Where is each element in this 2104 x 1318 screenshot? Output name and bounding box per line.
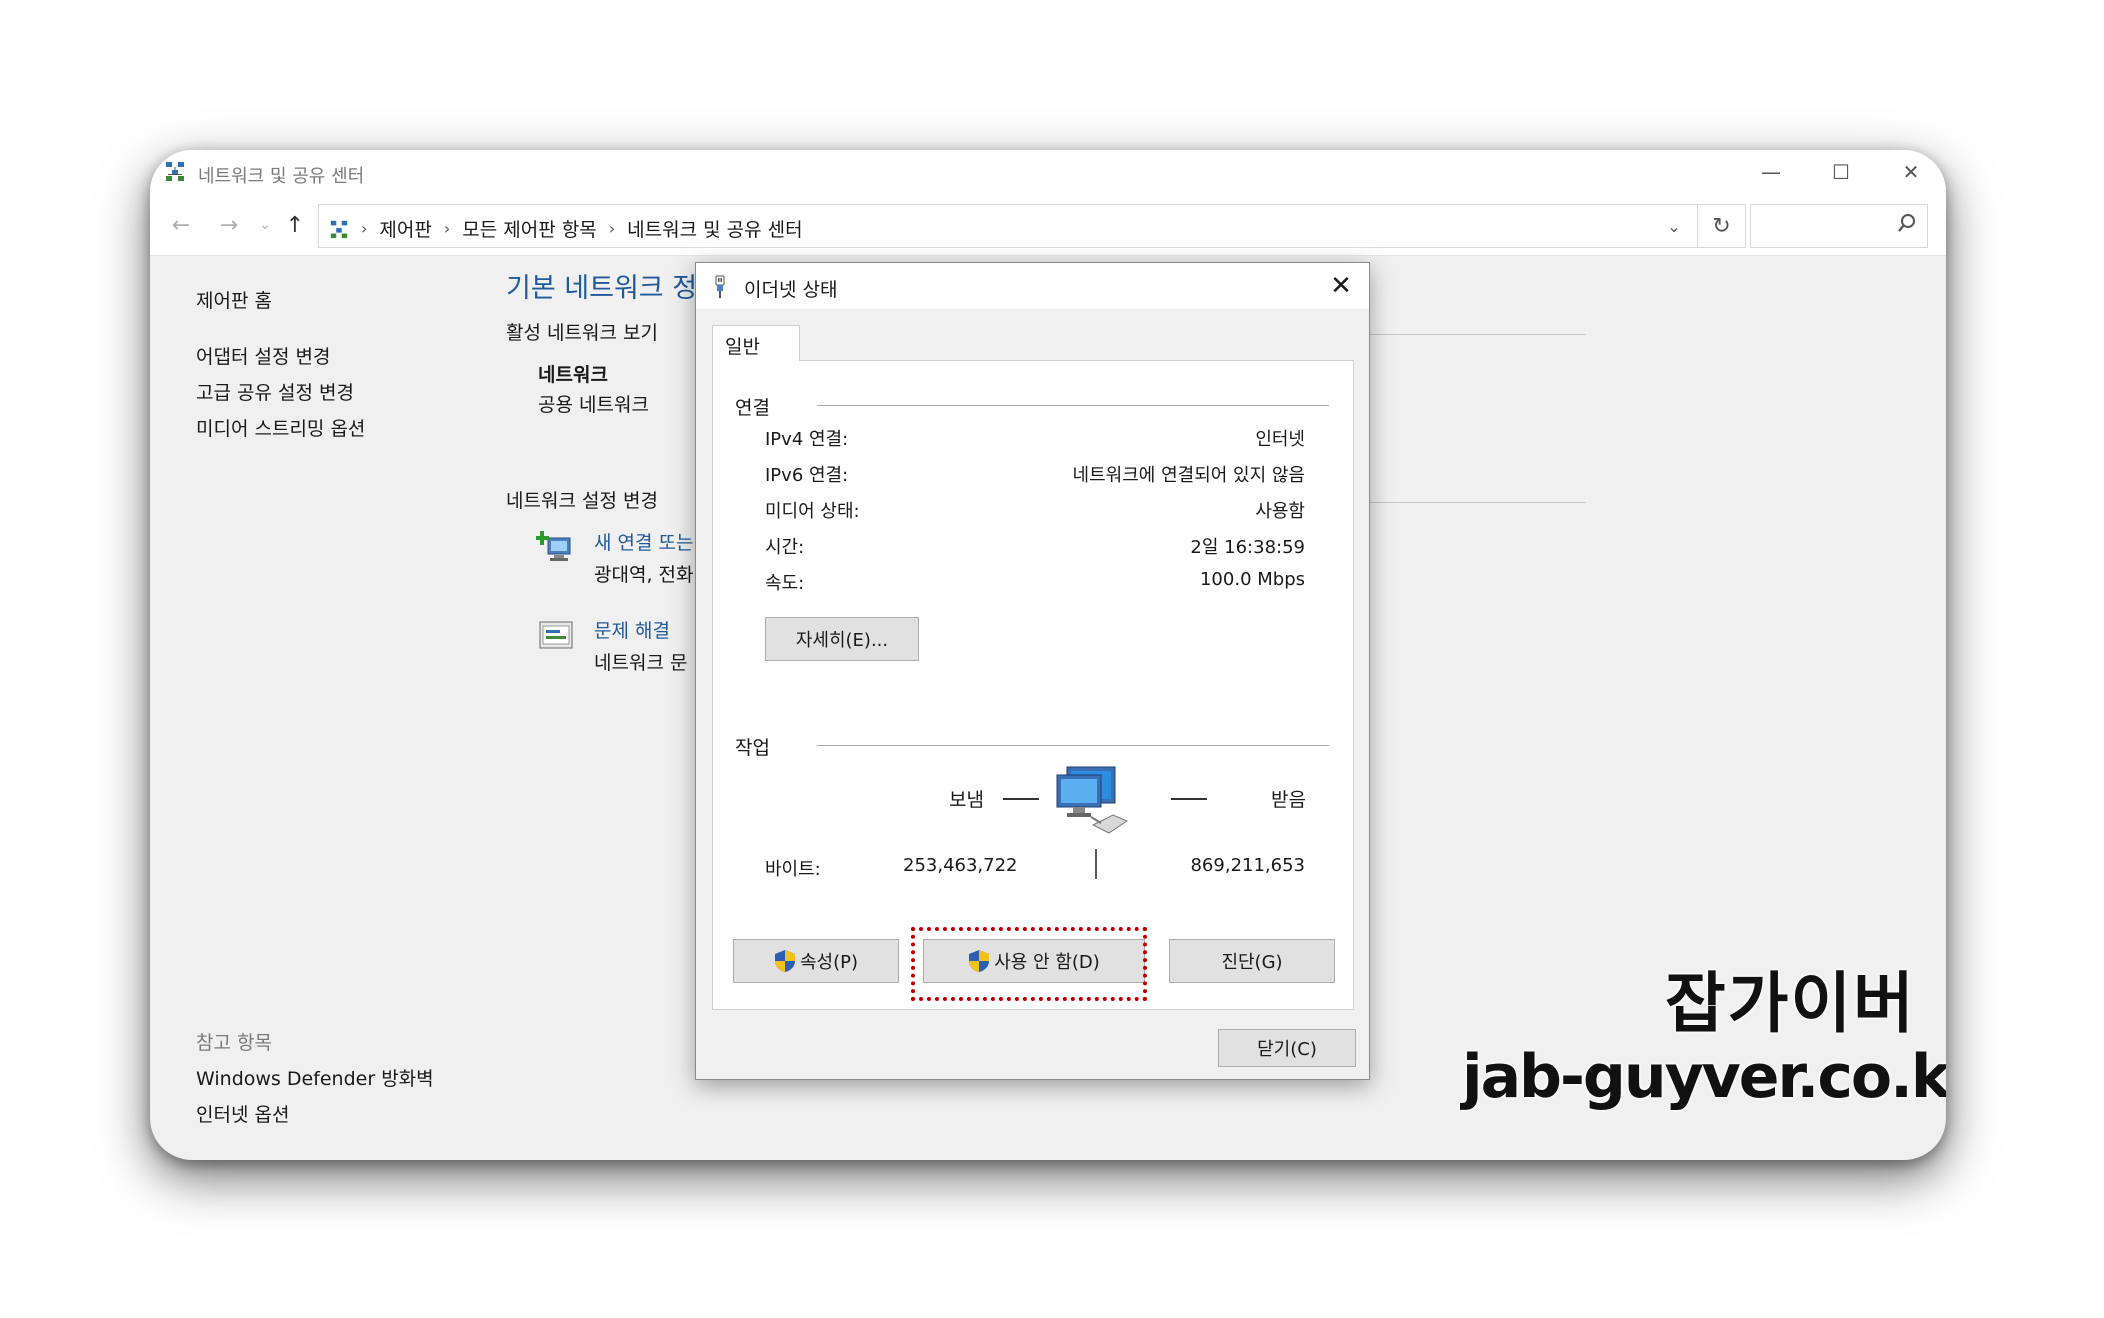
back-arrow-icon[interactable]: ←: [164, 208, 198, 242]
sidebar-item-advanced-sharing[interactable]: 고급 공유 설정 변경: [196, 378, 354, 405]
address-toolbar: ← → ⌄ ↑ › 제어판 › 모든 제어판 항목 › 네트워크 및 공유 센터: [150, 194, 1946, 256]
new-connection-description: 광대역, 전화: [594, 564, 694, 586]
network-name: 네트워크: [538, 364, 608, 386]
media-state-label: 미디어 상태:: [765, 501, 860, 522]
sent-dash: [1003, 798, 1039, 800]
highlight-box: [911, 927, 1147, 1001]
sidebar-item-control-panel-home[interactable]: 제어판 홈: [196, 286, 272, 313]
address-bar[interactable]: › 제어판 › 모든 제어판 항목 › 네트워크 및 공유 센터 ⌄: [318, 204, 1698, 248]
uac-shield-icon: [774, 950, 795, 972]
ipv6-label: IPv6 연결:: [765, 465, 849, 486]
sidebar-item-defender-firewall[interactable]: Windows Defender 방화벽: [196, 1064, 434, 1091]
breadcrumb-item-network-center[interactable]: 네트워크 및 공유 센터: [627, 215, 802, 242]
ipv6-value: 네트워크에 연결되어 있지 않음: [1072, 465, 1305, 486]
ethernet-plug-icon: [715, 275, 725, 298]
duration-value: 2일 16:38:59: [1190, 537, 1305, 558]
close-window-button[interactable]: ✕: [1876, 150, 1946, 194]
title-bar: 네트워크 및 공유 센터 — ☐ ✕: [150, 150, 1946, 194]
dialog-title-bar: 이더넷 상태 ✕: [696, 263, 1369, 309]
sidebar-item-adapter-settings[interactable]: 어댑터 설정 변경: [196, 342, 330, 369]
search-icon[interactable]: [1897, 213, 1917, 239]
maximize-button[interactable]: ☐: [1806, 150, 1876, 194]
ipv4-label: IPv4 연결:: [765, 429, 849, 450]
sidebar-item-media-streaming[interactable]: 미디어 스트리밍 옵션: [196, 414, 365, 441]
forward-arrow-icon[interactable]: →: [212, 208, 246, 242]
group-divider: [817, 405, 1329, 406]
network-computers-icon: [1056, 766, 1129, 834]
breadcrumb-separator-icon: ›: [443, 219, 451, 238]
close-button[interactable]: 닫기(C): [1218, 1029, 1356, 1067]
breadcrumb-separator-icon: ›: [361, 219, 368, 238]
control-panel-icon: [330, 220, 348, 238]
troubleshoot-description: 네트워크 문: [594, 652, 688, 674]
page-title: 기본 네트워크 정: [506, 273, 698, 304]
ipv4-value: 인터넷: [1255, 429, 1305, 450]
minimize-button[interactable]: —: [1736, 150, 1806, 194]
troubleshoot-link[interactable]: 문제 해결: [594, 616, 670, 643]
activity-separator: [1095, 849, 1097, 879]
speed-value: 100.0 Mbps: [1199, 569, 1305, 590]
media-state-value: 사용함: [1255, 501, 1305, 522]
received-dash: [1171, 798, 1207, 800]
activity-group-label: 작업: [735, 737, 770, 759]
properties-button[interactable]: 속성(P): [733, 939, 899, 983]
ethernet-status-dialog: 이더넷 상태 ✕ 일반 연결 IPv4 연결: 인터넷 IPv6 연결: 네트워…: [695, 262, 1370, 1080]
recent-locations-chevron-icon[interactable]: ⌄: [248, 208, 282, 242]
breadcrumb: › 제어판 › 모든 제어판 항목 › 네트워크 및 공유 센터: [329, 215, 803, 242]
see-also-caption: 참고 항목: [196, 1032, 272, 1054]
received-label: 받음: [1271, 789, 1306, 811]
general-tab-panel: 연결 IPv4 연결: 인터넷 IPv6 연결: 네트워크에 연결되어 있지 않…: [712, 360, 1354, 1010]
divider: [1366, 502, 1586, 503]
breadcrumb-item-all-items[interactable]: 모든 제어판 항목: [462, 215, 596, 242]
breadcrumb-separator-icon: ›: [608, 219, 616, 238]
watermark-site: jab-guyver.co.kr: [1462, 1042, 1946, 1112]
connection-group-label: 연결: [735, 397, 770, 419]
bytes-received-value: 869,211,653: [1190, 855, 1305, 876]
breadcrumb-item-control-panel[interactable]: 제어판: [379, 215, 431, 242]
divider: [1366, 334, 1586, 335]
new-connection-icon: [536, 531, 571, 561]
details-button[interactable]: 자세히(E)...: [765, 617, 919, 661]
refresh-icon[interactable]: ↻: [1698, 204, 1746, 248]
active-networks-heading: 활성 네트워크 보기: [506, 322, 658, 344]
change-settings-heading: 네트워크 설정 변경: [506, 490, 658, 512]
bytes-label: 바이트:: [765, 859, 821, 880]
duration-label: 시간:: [765, 537, 805, 558]
address-dropdown-chevron-icon[interactable]: ⌄: [1651, 205, 1697, 247]
group-divider: [817, 745, 1329, 746]
up-arrow-icon[interactable]: ↑: [278, 208, 312, 242]
speed-label: 속도:: [765, 573, 805, 594]
sent-label: 보냄: [949, 789, 984, 811]
network-app-icon: [166, 162, 184, 181]
properties-button-label: 속성(P): [799, 952, 859, 973]
bytes-sent-value: 253,463,722: [903, 855, 1018, 876]
new-connection-link[interactable]: 새 연결 또는: [594, 528, 693, 555]
troubleshoot-icon: [539, 621, 573, 649]
sidebar-item-internet-options[interactable]: 인터넷 옵션: [196, 1100, 289, 1127]
diagnose-button[interactable]: 진단(G): [1169, 939, 1335, 983]
search-input[interactable]: [1750, 204, 1928, 248]
tab-general[interactable]: 일반: [712, 325, 800, 361]
dialog-title: 이더넷 상태: [744, 279, 838, 301]
window-title: 네트워크 및 공유 센터: [198, 166, 365, 187]
dialog-close-icon[interactable]: ✕: [1321, 267, 1361, 305]
watermark-name: 잡가이버: [1665, 965, 1916, 1042]
network-type: 공용 네트워크: [538, 394, 649, 416]
